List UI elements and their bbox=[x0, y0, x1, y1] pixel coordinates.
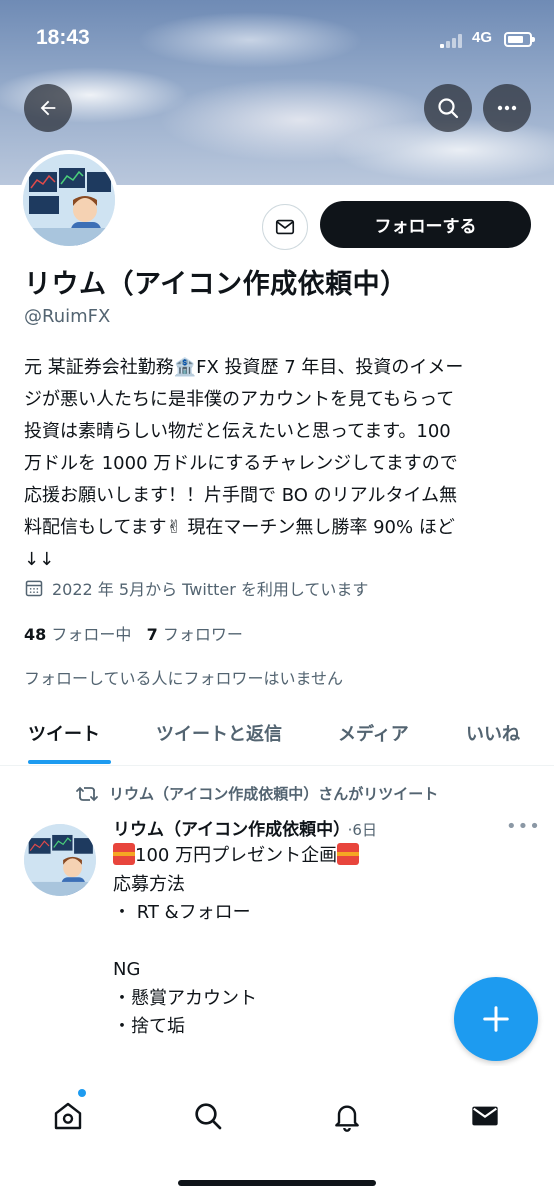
handle: @RuimFX bbox=[24, 306, 111, 327]
profile-tabs: ツイート ツイートと返信 メディア いいね bbox=[0, 700, 554, 766]
gift-icon bbox=[113, 843, 135, 865]
followers-you-know: フォローしている人にフォロワーはいません bbox=[24, 669, 344, 688]
arrow-left-icon bbox=[40, 100, 56, 116]
profile-avatar[interactable] bbox=[19, 150, 119, 250]
retweet-note: リウム（アイコン作成依頼中）さんがリツイート bbox=[109, 785, 439, 803]
unread-dot bbox=[78, 1089, 86, 1097]
joined-date: 2022 年 5月から Twitter を利用しています bbox=[24, 576, 368, 600]
avatar-illustration bbox=[23, 154, 115, 246]
nav-messages[interactable] bbox=[465, 1096, 505, 1136]
following-count: 48 bbox=[24, 625, 47, 644]
bell-icon bbox=[335, 1105, 359, 1132]
nav-home[interactable] bbox=[48, 1096, 88, 1136]
followers-count: 7 bbox=[146, 625, 158, 644]
plus-icon bbox=[483, 1006, 509, 1032]
following-link[interactable]: 48 フォロー中 bbox=[24, 625, 131, 644]
followers-link[interactable]: 7 フォロワー bbox=[147, 625, 243, 644]
avatar-illustration bbox=[24, 824, 96, 896]
search-icon bbox=[195, 1103, 222, 1130]
nav-search[interactable] bbox=[188, 1096, 228, 1136]
retweet-context: リウム（アイコン作成依頼中）さんがリツイート bbox=[75, 783, 438, 804]
nav-notifications[interactable] bbox=[327, 1096, 367, 1136]
network-label: 4G bbox=[472, 29, 493, 46]
back-button[interactable] bbox=[24, 84, 72, 132]
message-button[interactable] bbox=[262, 204, 308, 250]
active-tab-indicator bbox=[28, 760, 111, 764]
bio: 元 某証券会社勤務🏦FX 投資歴 7 年目、投資のイメー ジが悪い人たちに是非僕… bbox=[24, 357, 464, 570]
calendar-icon bbox=[25, 580, 43, 597]
tweet-author-name[interactable]: リウム（アイコン作成依頼中） bbox=[113, 820, 342, 840]
compose-button[interactable] bbox=[454, 977, 538, 1061]
search-icon bbox=[438, 98, 459, 119]
tab-media[interactable]: メディア bbox=[338, 720, 409, 746]
follow-stats: 48 フォロー中 7 フォロワー bbox=[24, 621, 243, 645]
follow-button[interactable]: フォローする bbox=[320, 201, 531, 248]
tweet-header: リウム（アイコン作成依頼中） ·6日 bbox=[113, 815, 377, 840]
tab-likes[interactable]: いいね bbox=[466, 720, 520, 746]
tab-tweets[interactable]: ツイート bbox=[28, 720, 100, 746]
followers-label: フォロワー bbox=[162, 625, 243, 644]
tweet-timestamp[interactable]: ·6日 bbox=[348, 821, 377, 839]
more-button[interactable] bbox=[483, 84, 531, 132]
status-bar: 18:43 4G bbox=[0, 26, 554, 60]
following-label: フォロー中 bbox=[51, 625, 132, 644]
home-indicator[interactable] bbox=[178, 1180, 376, 1186]
tweet-more-icon[interactable]: ••• bbox=[506, 816, 541, 837]
tweet-author-avatar[interactable] bbox=[24, 824, 96, 896]
joined-label: 2022 年 5月から Twitter を利用しています bbox=[52, 580, 369, 599]
display-name: リウム（アイコン作成依頼中） bbox=[24, 269, 408, 300]
mail-icon bbox=[472, 1106, 498, 1126]
tweet-line1: 100 万円プレゼント企画 bbox=[135, 845, 338, 866]
home-icon bbox=[54, 1102, 82, 1130]
gift-icon bbox=[337, 843, 360, 865]
battery-icon bbox=[504, 32, 535, 47]
search-button[interactable] bbox=[424, 84, 472, 132]
signal-icon bbox=[440, 34, 466, 48]
tab-tweets-replies[interactable]: ツイートと返信 bbox=[156, 720, 282, 746]
status-time: 18:43 bbox=[36, 26, 90, 49]
mail-icon bbox=[275, 219, 295, 235]
tweet-text: 100 万円プレゼント企画 応募方法 ・ RT &フォロー NG ・懸賞アカウン… bbox=[113, 842, 360, 1042]
more-icon bbox=[497, 105, 517, 111]
retweet-icon bbox=[76, 786, 98, 801]
tweet-body-rest: 応募方法 ・ RT &フォロー NG ・懸賞アカウント ・捨て垢 bbox=[113, 873, 257, 1038]
